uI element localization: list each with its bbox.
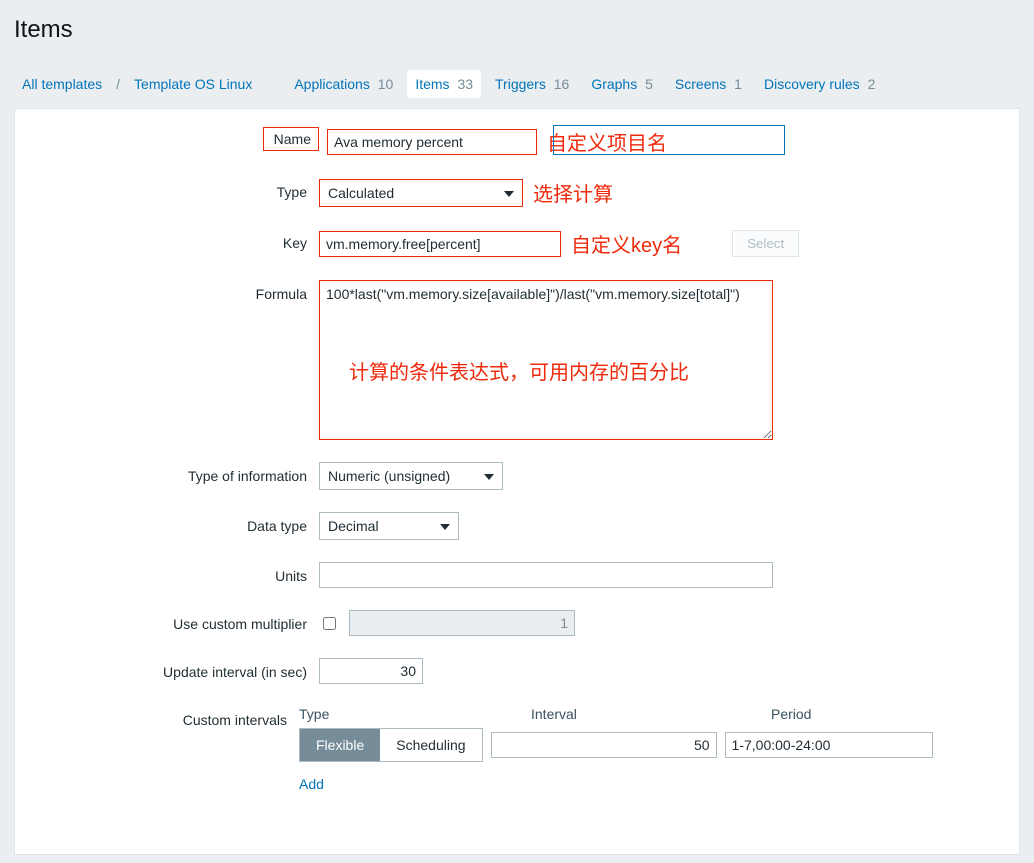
annotation-key: 自定义key名 — [571, 229, 682, 258]
info-type-value: Numeric (unsigned) — [328, 468, 450, 484]
tab-label: Applications — [294, 76, 370, 92]
tab-count: 5 — [641, 76, 653, 92]
ci-head-type: Type — [299, 706, 531, 722]
breadcrumb-all-templates[interactable]: All templates — [14, 70, 110, 98]
type-value: Calculated — [328, 185, 394, 201]
content-panel: Name 自定义项目名 Type Calculated 选择计算 Key 自定义… — [14, 108, 1020, 855]
ci-head-period: Period — [771, 706, 991, 722]
multiplier-label: Use custom multiplier — [35, 610, 319, 632]
tab-applications[interactable]: Applications 10 — [286, 70, 401, 98]
data-type-value: Decimal — [328, 518, 379, 534]
tab-screens[interactable]: Screens 1 — [667, 70, 750, 98]
type-label: Type — [35, 178, 319, 200]
key-input[interactable] — [319, 231, 561, 257]
add-interval-link[interactable]: Add — [299, 776, 324, 792]
select-button[interactable]: Select — [732, 230, 799, 257]
breadcrumb-template[interactable]: Template OS Linux — [126, 70, 260, 98]
tab-label: Triggers — [495, 76, 546, 92]
ci-head-interval: Interval — [531, 706, 771, 722]
page-title: Items — [0, 0, 1034, 64]
formula-label: Formula — [35, 280, 319, 302]
annotation-name: 自定义项目名 — [547, 127, 667, 156]
annotation-type: 选择计算 — [533, 178, 613, 207]
interval-type-toggle: Flexible Scheduling — [299, 728, 483, 762]
name-input[interactable] — [327, 129, 537, 155]
tab-triggers[interactable]: Triggers 16 — [487, 70, 577, 98]
annotation-formula: 计算的条件表达式，可用内存的百分比 — [349, 356, 689, 385]
multiplier-checkbox[interactable] — [323, 617, 336, 630]
tab-count: 10 — [374, 76, 394, 92]
info-type-label: Type of information — [35, 462, 319, 484]
multiplier-input[interactable] — [349, 610, 575, 636]
units-label: Units — [35, 562, 319, 584]
update-interval-label: Update interval (in sec) — [35, 658, 319, 680]
tab-label: Graphs — [591, 76, 637, 92]
key-label: Key — [35, 229, 319, 251]
units-input[interactable] — [319, 562, 773, 588]
seg-scheduling[interactable]: Scheduling — [380, 729, 481, 761]
info-type-select[interactable]: Numeric (unsigned) — [319, 462, 503, 490]
tabs-bar: All templates / Template OS Linux Applic… — [0, 64, 1034, 98]
tab-discovery[interactable]: Discovery rules 2 — [756, 70, 883, 98]
tab-label: Items — [415, 76, 449, 92]
tab-items[interactable]: Items 33 — [407, 70, 481, 98]
type-select[interactable]: Calculated — [319, 179, 523, 207]
update-interval-input[interactable] — [319, 658, 423, 684]
breadcrumb-separator: / — [116, 76, 120, 92]
data-type-select[interactable]: Decimal — [319, 512, 459, 540]
tab-label: Screens — [675, 76, 726, 92]
tab-graphs[interactable]: Graphs 5 — [583, 70, 661, 98]
custom-intervals-table: Type Interval Period Flexible Scheduling — [299, 706, 999, 762]
data-type-label: Data type — [35, 512, 319, 534]
seg-flexible[interactable]: Flexible — [300, 729, 380, 761]
tab-count: 33 — [453, 76, 473, 92]
tab-count: 2 — [864, 76, 876, 92]
ci-interval-input[interactable] — [491, 732, 717, 758]
tab-count: 1 — [730, 76, 742, 92]
ci-period-input[interactable] — [725, 732, 933, 758]
name-label: Name — [263, 127, 319, 151]
tab-count: 16 — [550, 76, 570, 92]
custom-interval-row: Flexible Scheduling — [299, 728, 999, 762]
tab-label: Discovery rules — [764, 76, 860, 92]
custom-intervals-label: Custom intervals — [35, 706, 299, 728]
